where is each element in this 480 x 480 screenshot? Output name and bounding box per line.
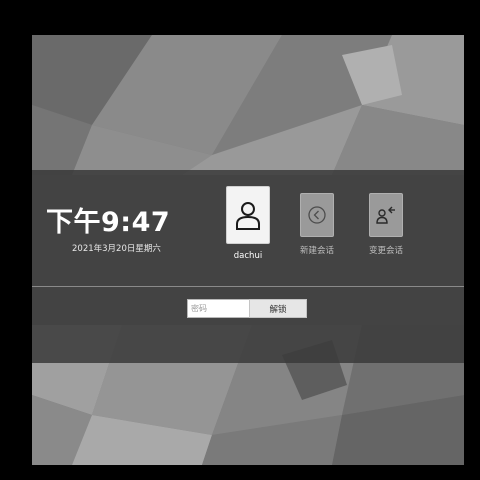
lock-panel: 下午9:47 2021年3月20日星期六 dachui 新建会话 变更会话 解锁 — [32, 170, 464, 363]
session-user-dachui[interactable]: dachui — [226, 186, 270, 261]
clock-time: 下午9:47 — [46, 207, 171, 238]
session-switch-session[interactable]: 变更会话 — [369, 193, 403, 256]
lock-screen: 下午9:47 2021年3月20日星期六 dachui 新建会话 变更会话 解锁 — [32, 35, 464, 465]
session-label-dachui: dachui — [233, 251, 263, 261]
panel-divider — [32, 286, 464, 287]
switch-session-tile[interactable] — [369, 193, 403, 237]
user-icon — [236, 202, 260, 230]
password-input[interactable] — [187, 299, 251, 318]
session-label-switch: 变更会话 — [369, 246, 404, 256]
unlock-button[interactable]: 解锁 — [249, 299, 307, 318]
new-session-tile[interactable] — [300, 193, 334, 237]
session-label-new: 新建会话 — [300, 246, 335, 256]
clock-date: 2021年3月20日星期六 — [72, 244, 161, 254]
switch-user-icon — [376, 206, 395, 224]
session-new-session[interactable]: 新建会话 — [300, 193, 334, 256]
arrow-left-circle-icon — [308, 206, 326, 224]
user-avatar-tile[interactable] — [226, 186, 270, 244]
